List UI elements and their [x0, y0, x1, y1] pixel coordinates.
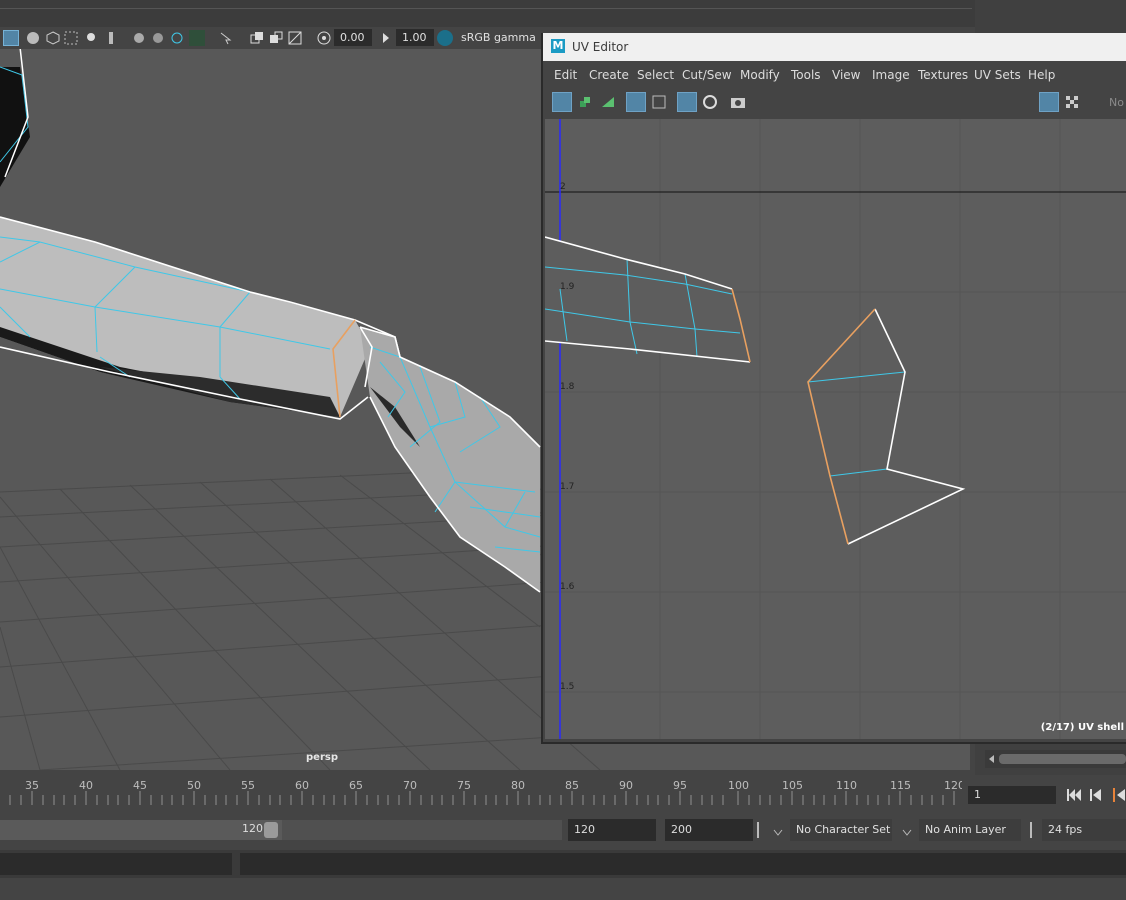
uv-shell-status: (2/17) UV shell: [1040, 722, 1124, 733]
maya-logo-icon: M: [551, 39, 565, 53]
wireframe-icon[interactable]: [45, 30, 61, 46]
tick-75: 75: [457, 779, 471, 792]
menu-view[interactable]: View: [832, 68, 860, 82]
menu-help[interactable]: Help: [1028, 68, 1055, 82]
color-management-icon[interactable]: [437, 30, 453, 46]
tick-110: 110: [836, 779, 857, 792]
separator-handle: [757, 822, 759, 838]
v-label-2: 2: [560, 182, 566, 192]
range-slider-handle[interactable]: [264, 822, 278, 838]
uv-editor-menubar: Edit Create Select Cut/Sew Modify Tools …: [543, 61, 1126, 87]
tick-85: 85: [565, 779, 579, 792]
v-label-1-9: 1.9: [560, 282, 575, 292]
camera-icon[interactable]: [268, 30, 284, 46]
menu-create[interactable]: Create: [589, 68, 629, 82]
select-icon[interactable]: [169, 30, 185, 46]
tick-90: 90: [619, 779, 633, 792]
exposure-field[interactable]: 0.00: [334, 29, 372, 46]
tick-45: 45: [133, 779, 147, 792]
menu-textures[interactable]: Textures: [918, 68, 968, 82]
uv-editor-titlebar[interactable]: M UV Editor: [543, 33, 1126, 61]
time-slider[interactable]: 35 40 45 50 55 60 65 70 75 80 85 90 95 1…: [0, 775, 965, 808]
help-line: [0, 878, 1126, 900]
uv-set-dropdown[interactable]: No: [1109, 96, 1124, 109]
gamma-field[interactable]: 1.00: [396, 29, 434, 46]
uv-editor-toolbar: No: [543, 88, 1126, 117]
film-gate-icon[interactable]: [287, 30, 303, 46]
camera-label: persp: [306, 752, 338, 763]
distortion-icon[interactable]: [700, 92, 720, 112]
tick-70: 70: [403, 779, 417, 792]
fps-dropdown[interactable]: 24 fps: [1042, 819, 1126, 841]
snapshot-icon[interactable]: [728, 92, 748, 112]
resolution-gate-icon[interactable]: [189, 30, 205, 46]
menu-tools[interactable]: Tools: [791, 68, 821, 82]
shadow-icon[interactable]: [103, 30, 119, 46]
tick-65: 65: [349, 779, 363, 792]
tick-35: 35: [25, 779, 39, 792]
menu-image[interactable]: Image: [872, 68, 910, 82]
step-back-key-icon[interactable]: [1110, 786, 1126, 804]
range-slider[interactable]: [0, 820, 282, 840]
tick-100: 100: [728, 779, 749, 792]
character-set-chevron-icon[interactable]: [773, 826, 783, 840]
exposure-icon[interactable]: [316, 30, 332, 46]
checker-icon[interactable]: [1062, 92, 1082, 112]
tick-50: 50: [187, 779, 201, 792]
go-to-start-icon[interactable]: [1066, 788, 1082, 805]
grid-icon[interactable]: [218, 30, 234, 46]
ao-icon[interactable]: [131, 30, 147, 46]
uv-editor-window[interactable]: M UV Editor Edit Create Select Cut/Sew M…: [541, 33, 1126, 744]
menu-modify[interactable]: Modify: [740, 68, 780, 82]
gamma-icon[interactable]: [379, 30, 395, 46]
aa-icon[interactable]: [150, 30, 166, 46]
tick-105: 105: [782, 779, 803, 792]
scroll-left-icon[interactable]: [989, 755, 994, 763]
command-input[interactable]: [0, 853, 232, 875]
separator-handle-2: [1030, 822, 1032, 838]
v-label-1-8: 1.8: [560, 382, 575, 392]
range-slider-end-label: 120: [242, 822, 263, 835]
uv-canvas[interactable]: 2 1.9 1.8 1.7 1.6 1.5 (2/17) UV shell: [545, 119, 1126, 739]
playback-end-field[interactable]: 200: [665, 819, 753, 841]
shaded-icon[interactable]: [25, 30, 41, 46]
tick-95: 95: [673, 779, 687, 792]
menu-cut-sew[interactable]: Cut/Sew: [682, 68, 732, 82]
anim-layer-chevron-icon[interactable]: [902, 826, 912, 840]
v-label-1-7: 1.7: [560, 482, 575, 492]
uv-face-icon[interactable]: [598, 92, 618, 112]
step-back-icon[interactable]: [1089, 788, 1103, 805]
image-display-icon[interactable]: [1039, 92, 1059, 112]
tick-55: 55: [241, 779, 255, 792]
tick-80: 80: [511, 779, 525, 792]
character-set-dropdown[interactable]: No Character Set: [790, 819, 892, 841]
uv-grid: [545, 119, 1126, 739]
color-space-label[interactable]: sRGB gamma: [461, 31, 536, 44]
uv-editor-title: UV Editor: [572, 40, 629, 54]
animation-end-field[interactable]: 120: [568, 819, 656, 841]
tick-115: 115: [890, 779, 911, 792]
uv-shell-select-icon[interactable]: [552, 92, 572, 112]
menu-edit[interactable]: Edit: [554, 68, 577, 82]
anim-layer-dropdown[interactable]: No Anim Layer: [919, 819, 1021, 841]
snapshot-icon[interactable]: [249, 30, 265, 46]
v-label-1-6: 1.6: [560, 582, 575, 592]
textured-icon[interactable]: [63, 30, 79, 46]
shaded-uv-icon[interactable]: [626, 92, 646, 112]
command-result: [240, 853, 1126, 875]
top-strip: [0, 0, 975, 27]
tick-60: 60: [295, 779, 309, 792]
light-icon[interactable]: [83, 30, 99, 46]
grid-toggle-icon[interactable]: [677, 92, 697, 112]
uv-select-icon[interactable]: [575, 92, 595, 112]
horizontal-scrollbar[interactable]: [985, 750, 1126, 768]
v-label-1-5: 1.5: [560, 682, 575, 692]
current-frame-field[interactable]: 1: [968, 786, 1056, 804]
scrollbar-thumb[interactable]: [999, 754, 1126, 764]
menu-select[interactable]: Select: [637, 68, 674, 82]
isolate-icon[interactable]: [3, 30, 19, 46]
menu-uv-sets[interactable]: UV Sets: [974, 68, 1021, 82]
wireframe-uv-icon[interactable]: [649, 92, 669, 112]
tick-40: 40: [79, 779, 93, 792]
